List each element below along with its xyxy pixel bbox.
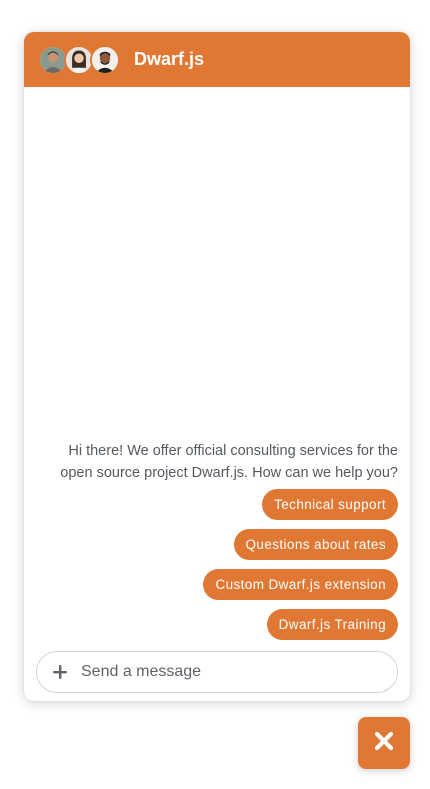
close-icon — [373, 730, 395, 757]
message-input[interactable] — [81, 663, 371, 681]
chat-title: Dwarf.js — [134, 49, 205, 69]
chat-widget: Dwarf.js Hi there! We offer official con… — [24, 32, 410, 701]
close-chat-button[interactable] — [358, 717, 410, 769]
quick-reply-training[interactable]: Dwarf.js Training — [266, 609, 398, 640]
message-composer — [36, 651, 398, 693]
intro-message: Hi there! We offer official consulting s… — [60, 443, 398, 481]
chat-body: Hi there! We offer official consulting s… — [24, 87, 410, 701]
chat-header: Dwarf.js — [24, 32, 410, 87]
quick-reply-custom-extension[interactable]: Custom Dwarf.js extension — [203, 569, 398, 600]
agent-avatars — [38, 44, 120, 75]
quick-reply-rates[interactable]: Questions about rates — [233, 529, 398, 560]
quick-reply-technical-support[interactable]: Technical support — [262, 489, 398, 520]
agent-avatar — [90, 44, 120, 75]
quick-replies: Technical support Questions about rates … — [203, 489, 398, 649]
plus-icon[interactable] — [51, 663, 69, 681]
